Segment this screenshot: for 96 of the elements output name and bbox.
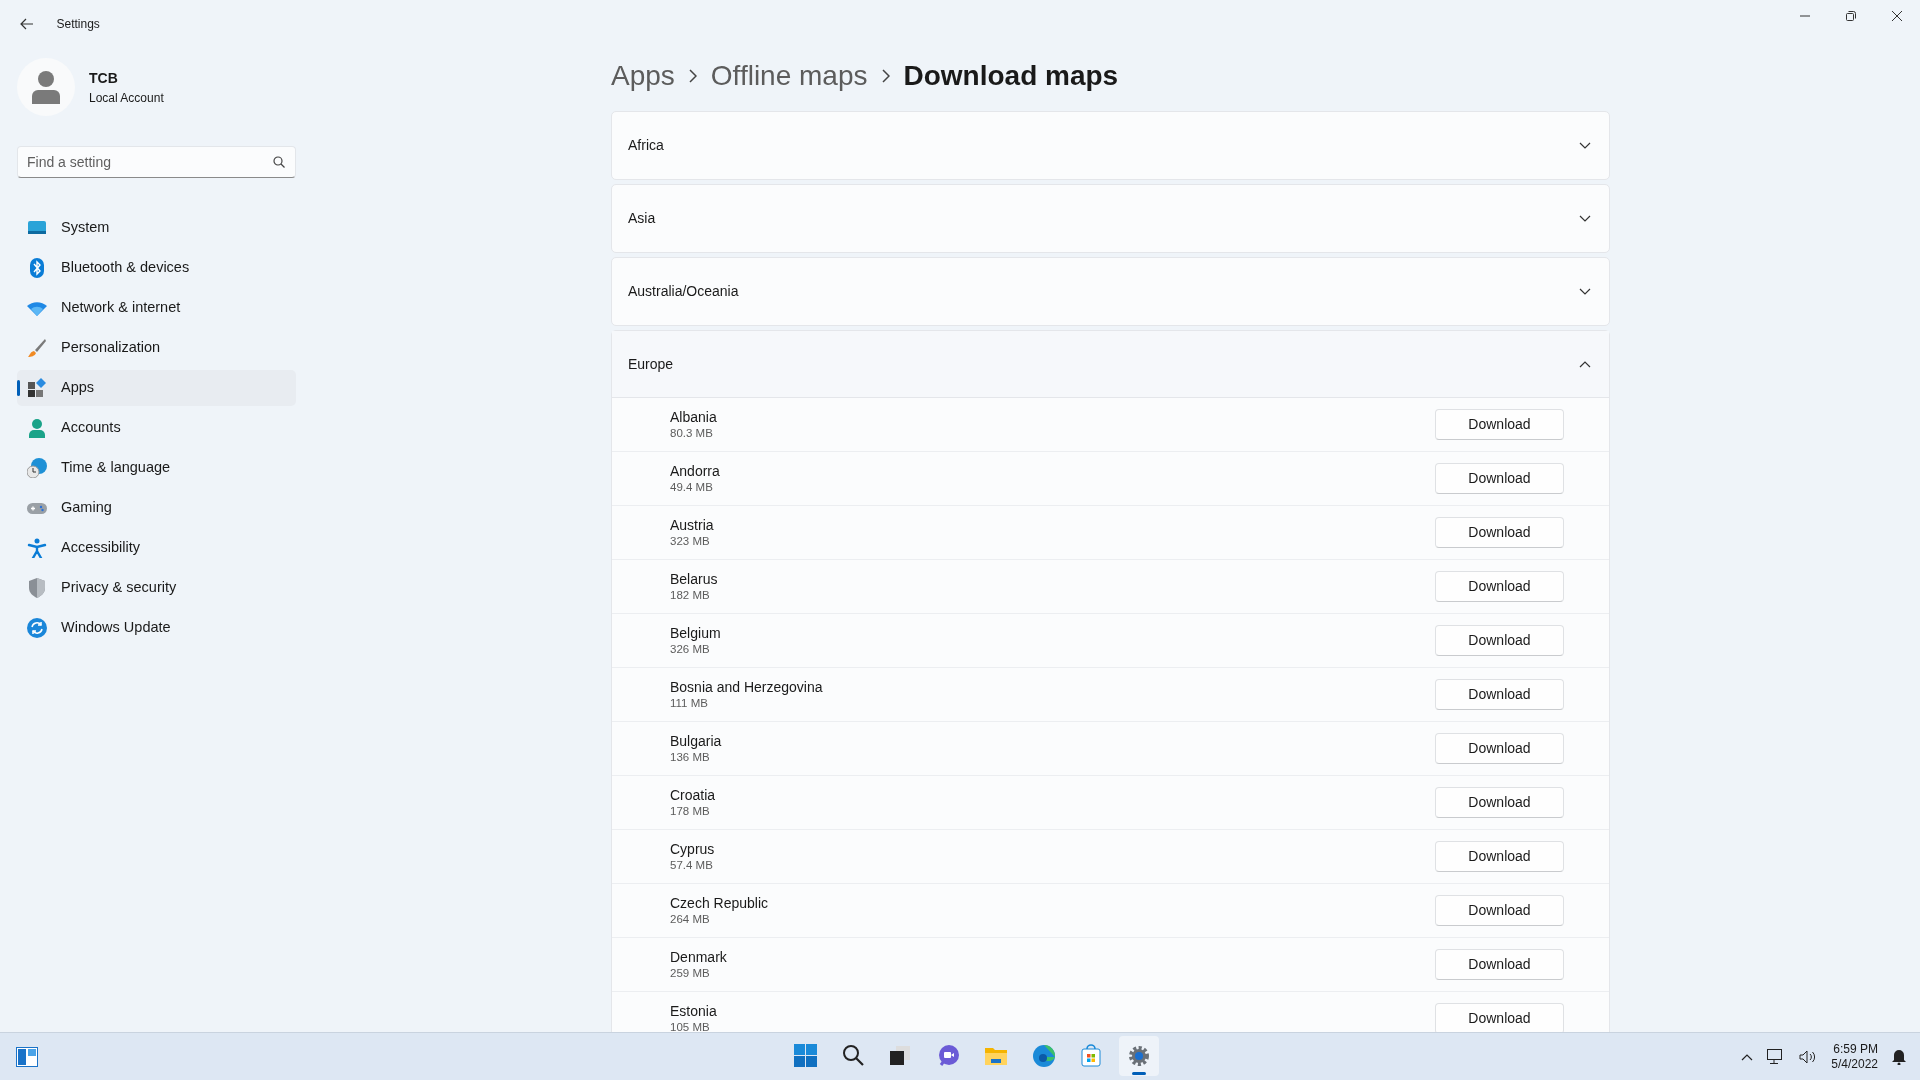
country-name: Bulgaria bbox=[670, 732, 722, 750]
sidebar-item[interactable]: Windows Update bbox=[17, 610, 296, 646]
back-arrow-icon bbox=[19, 18, 34, 30]
sidebar-item[interactable]: Personalization bbox=[17, 330, 296, 366]
widgets-icon bbox=[16, 1046, 38, 1067]
sidebar-item[interactable]: Network & internet bbox=[17, 290, 296, 326]
region-name: Asia bbox=[628, 209, 656, 228]
map-size: 178 MB bbox=[670, 804, 711, 819]
gear-icon bbox=[1126, 1044, 1151, 1068]
breadcrumb-link[interactable]: Offline maps bbox=[710, 55, 868, 97]
chevron-down-icon bbox=[1579, 142, 1591, 149]
bluetooth-icon bbox=[27, 258, 47, 278]
search-icon bbox=[841, 1044, 866, 1068]
region-header[interactable]: Africa bbox=[612, 112, 1609, 179]
map-size: 80.3 MB bbox=[670, 426, 714, 441]
chevron-down-icon bbox=[1579, 288, 1591, 295]
globe-clock-icon bbox=[27, 458, 47, 478]
map-size: 323 MB bbox=[670, 534, 711, 549]
sidebar-item[interactable]: Accounts bbox=[17, 410, 296, 446]
sidebar-item[interactable]: Bluetooth & devices bbox=[17, 250, 296, 286]
download-button[interactable]: Download bbox=[1435, 625, 1564, 656]
chevron-right-icon bbox=[688, 69, 697, 83]
region-header[interactable]: Asia bbox=[612, 185, 1609, 252]
download-button[interactable]: Download bbox=[1435, 1003, 1564, 1032]
window-title: Settings bbox=[56, 16, 100, 33]
account-type: Local Account bbox=[89, 89, 164, 107]
download-button[interactable]: Download bbox=[1435, 949, 1564, 980]
map-size: 136 MB bbox=[670, 750, 711, 765]
windows-logo-icon bbox=[794, 1044, 818, 1068]
sidebar-item[interactable]: System bbox=[17, 210, 296, 246]
region-name: Africa bbox=[628, 136, 664, 155]
close-icon bbox=[1892, 11, 1902, 21]
download-button[interactable]: Download bbox=[1435, 409, 1564, 440]
chevron-right-icon bbox=[881, 69, 890, 83]
person-icon bbox=[27, 418, 47, 438]
map-size: 259 MB bbox=[670, 966, 711, 981]
bell-icon[interactable] bbox=[1892, 1048, 1906, 1065]
region-name: Australia/Oceania bbox=[628, 282, 739, 301]
download-button[interactable]: Download bbox=[1435, 733, 1564, 764]
country-name: Czech Republic bbox=[670, 894, 769, 912]
download-button[interactable]: Download bbox=[1435, 895, 1564, 926]
breadcrumb-link[interactable]: Apps bbox=[611, 55, 675, 97]
clock-date: 5/4/2022 bbox=[1831, 1056, 1878, 1072]
chevron-up-icon bbox=[1579, 360, 1591, 368]
search-field[interactable]: Find a setting bbox=[17, 146, 296, 178]
download-button[interactable]: Download bbox=[1435, 463, 1564, 494]
download-button[interactable]: Download bbox=[1435, 787, 1564, 818]
download-button[interactable]: Download bbox=[1435, 841, 1564, 872]
restore-icon bbox=[1846, 11, 1856, 21]
brush-icon bbox=[27, 338, 47, 358]
accessibility-icon bbox=[27, 538, 47, 558]
sidebar-item[interactable]: Apps bbox=[17, 370, 296, 406]
shield-icon bbox=[27, 578, 47, 598]
person-icon bbox=[32, 70, 60, 104]
account-name: TCB bbox=[89, 68, 119, 88]
sidebar-item[interactable]: Privacy & security bbox=[17, 570, 296, 606]
browser-icon bbox=[1031, 1044, 1056, 1068]
settings-button[interactable] bbox=[1118, 1036, 1159, 1076]
sidebar-item[interactable]: Gaming bbox=[17, 490, 296, 526]
map-size: 111 MB bbox=[670, 696, 709, 711]
region-name: Europe bbox=[628, 354, 674, 374]
sidebar-item[interactable]: Accessibility bbox=[17, 530, 296, 566]
country-name: Belgium bbox=[670, 624, 721, 642]
download-button[interactable]: Download bbox=[1435, 517, 1564, 548]
map-size: 264 MB bbox=[670, 912, 711, 927]
speaker-icon[interactable] bbox=[1799, 1049, 1818, 1064]
chevron-up-icon[interactable] bbox=[1741, 1052, 1754, 1061]
refresh-icon bbox=[27, 618, 47, 638]
region-header[interactable]: Australia/Oceania bbox=[612, 258, 1609, 325]
map-size: 105 MB bbox=[670, 1020, 711, 1032]
country-name: Belarus bbox=[670, 570, 718, 588]
sidebar-item[interactable]: Time & language bbox=[17, 450, 296, 486]
map-size: 182 MB bbox=[670, 588, 711, 603]
clock[interactable]: 6:59 PM 5/4/2022 bbox=[1831, 1041, 1878, 1072]
clock-time: 6:59 PM bbox=[1832, 1041, 1878, 1057]
chat-icon bbox=[936, 1044, 961, 1068]
country-name: Croatia bbox=[670, 786, 716, 804]
country-name: Bosnia and Herzegovina bbox=[670, 678, 823, 696]
apps-icon bbox=[27, 378, 47, 398]
country-name: Cyprus bbox=[670, 840, 715, 858]
country-name: Austria bbox=[670, 516, 714, 534]
country-name: Andorra bbox=[670, 462, 720, 480]
search-icon bbox=[273, 156, 285, 168]
download-button[interactable]: Download bbox=[1435, 679, 1564, 710]
country-name: Denmark bbox=[670, 948, 727, 966]
download-button[interactable]: Download bbox=[1435, 571, 1564, 602]
task-view-icon bbox=[889, 1044, 913, 1068]
country-name: Estonia bbox=[670, 1002, 717, 1020]
page-title: Download maps bbox=[903, 59, 1119, 93]
region-header[interactable]: Europe bbox=[612, 331, 1609, 398]
store-bag-icon bbox=[1079, 1044, 1103, 1068]
map-size: 326 MB bbox=[670, 642, 711, 657]
country-name: Albania bbox=[670, 408, 717, 426]
map-size: 57.4 MB bbox=[670, 858, 714, 873]
map-size: 49.4 MB bbox=[670, 480, 714, 495]
chevron-down-icon bbox=[1579, 215, 1591, 222]
